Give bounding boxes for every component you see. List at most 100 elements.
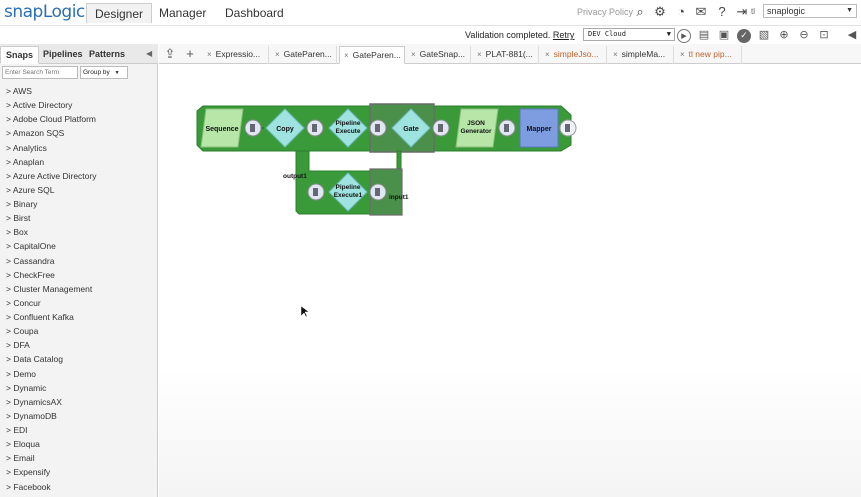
pipeline-tab[interactable]: × simpleMa... [609,46,674,64]
snap-category-item[interactable]: > Email [0,451,158,465]
nav-tab-manager[interactable]: Manager [151,3,214,23]
validation-status: Validation completed. Retry [465,30,574,40]
zoom-in-icon[interactable]: ⊕ [777,29,791,43]
snap-category-item[interactable]: > Amazon SQS [0,126,158,140]
org-prefix-label: tl [751,7,755,16]
port-handle-icon [565,124,570,132]
close-icon[interactable]: × [545,50,550,59]
snap-json-generator-label-1: JSON [467,120,485,127]
snap-pipeline-execute-label-1: Pipeline [336,120,361,127]
tab-snaps[interactable]: Snaps [0,46,40,64]
collapse-sidebar-icon[interactable]: ◀ [146,49,152,58]
nav-tab-designer[interactable]: Designer [86,3,153,23]
fit-screen-icon[interactable]: ⊡ [817,29,831,43]
snap-category-item[interactable]: > Analytics [0,141,158,155]
pipeline-tabs-bar: ⇪ + × Expressio... × GateParen... × GateParen… [159,44,861,64]
snap-category-item[interactable]: > Eloqua [0,437,158,451]
snap-category-item[interactable]: > Cassandra [0,254,158,268]
pipeline-tab[interactable]: × GateParen... [271,46,337,64]
snap-category-item[interactable]: > Expensify [0,465,158,479]
collapse-left-icon[interactable]: ◀ [845,29,859,43]
zoom-out-icon[interactable]: ⊖ [797,29,811,43]
pipeline-tab-label: simpleMa... [621,49,666,59]
group-by-select[interactable]: Group by ▼ [80,66,128,79]
snap-category-item[interactable]: > Facebook [0,480,158,494]
search-input[interactable] [2,66,78,79]
tab-pipelines[interactable]: Pipelines [38,46,88,64]
snap-category-item[interactable]: > Concur [0,296,158,310]
snap-category-item[interactable]: > DynamoDB [0,409,158,423]
feedback-icon[interactable]: ◔ [673,4,689,20]
tab-patterns[interactable]: Patterns [84,46,130,64]
snap-category-item[interactable]: > AWS [0,84,158,98]
snap-category-item[interactable]: > Coupa [0,324,158,338]
snap-category-item[interactable]: > EDI [0,423,158,437]
pipeline-tab[interactable]: × GateSnap... [407,46,471,64]
snap-category-item[interactable]: > Confluent Kafka [0,310,158,324]
snap-category-item[interactable]: > DFA [0,338,158,352]
retry-link[interactable]: Retry [553,30,575,40]
export-icon[interactable]: ▧ [757,29,771,43]
close-icon[interactable]: × [613,50,618,59]
close-icon[interactable]: × [411,50,416,59]
view-label-input1: input1 [389,194,409,201]
save-icon[interactable]: ▣ [717,29,731,43]
validation-message: Validation completed. [465,30,551,40]
nav-tab-dashboard[interactable]: Dashboard [217,3,292,23]
gear-icon[interactable]: ⚙ [652,4,668,20]
org-select[interactable]: snaplogic ▼ [763,4,857,18]
close-icon[interactable]: × [207,50,212,59]
snap-category-item[interactable]: > Active Directory [0,98,158,112]
help-icon[interactable]: ? [714,4,730,20]
sidebar-tabs: Snaps Pipelines Patterns ◀ [0,44,158,64]
snap-category-item[interactable]: > Adobe Cloud Platform [0,112,158,126]
close-icon[interactable]: × [275,50,280,59]
pipeline-tab[interactable]: × GateParen... [339,46,405,64]
check-icon[interactable]: ✓ [737,29,751,43]
chevron-down-icon: ▼ [846,7,853,14]
chevron-down-icon: ▼ [666,30,671,38]
group-by-label: Group by [83,69,110,76]
snap-category-list: > AWS > Active Directory > Adobe Cloud Pla… [0,84,158,494]
pipeline-canvas[interactable]: Sequence Copy Pipeline Execute Gate JSON… [159,65,861,497]
snap-category-item[interactable]: > Dynamic [0,381,158,395]
snap-mapper-label: Mapper [527,126,552,133]
snap-category-item[interactable]: > Azure SQL [0,183,158,197]
environment-select[interactable]: DEV Cloud ▼ [583,28,675,41]
upload-icon[interactable]: ⇪ [161,46,179,63]
play-icon[interactable]: ▸ [677,29,691,43]
snap-category-item[interactable]: > CheckFree [0,268,158,282]
snap-category-item[interactable]: > Demo [0,367,158,381]
add-pipeline-icon[interactable]: + [181,46,199,63]
snap-category-item[interactable]: > DynamicsAX [0,395,158,409]
snap-category-item[interactable]: > Anaplan [0,155,158,169]
snap-category-item[interactable]: > Binary [0,197,158,211]
snaplogic-logo[interactable]: snapLogic [4,2,85,22]
privacy-policy-link[interactable]: Privacy Policy [577,7,633,17]
pipeline-tab[interactable]: × Expressio... [203,46,269,64]
pipeline-tab[interactable]: × simpleJso... [541,46,607,64]
snap-sequence-label: Sequence [205,126,238,133]
snap-category-item[interactable]: > Birst [0,211,158,225]
snap-category-item[interactable]: > Cluster Management [0,282,158,296]
view-label-output1: output1 [283,173,307,180]
mail-icon[interactable]: ✉ [693,4,709,20]
search-row: Group by ▼ [0,66,158,80]
snap-category-item[interactable]: > CapitalOne [0,239,158,253]
pipeline-tab-label: PLAT-881(... [485,49,533,59]
snap-category-item[interactable]: > Box [0,225,158,239]
close-icon[interactable]: × [680,50,685,59]
snap-category-item[interactable]: > Data Catalog [0,352,158,366]
pipeline-tab[interactable]: × tl new pip... [676,46,742,64]
pipeline-tab[interactable]: × PLAT-881(... [473,46,539,64]
snap-category-item[interactable]: > Azure Active Directory [0,169,158,183]
binoculars-icon[interactable]: ⌕ [632,4,648,20]
close-icon[interactable]: × [477,50,482,59]
pipeline-tab-label: Expressio... [215,49,261,59]
close-icon[interactable]: × [344,51,349,60]
org-select-value: snaplogic [767,6,806,16]
port-handle-icon [375,124,380,132]
pipeline-tab-label: GateParen... [352,50,401,60]
logout-icon[interactable]: ⇥ [734,4,750,20]
pipeline-properties-icon[interactable]: ▤ [697,29,711,43]
